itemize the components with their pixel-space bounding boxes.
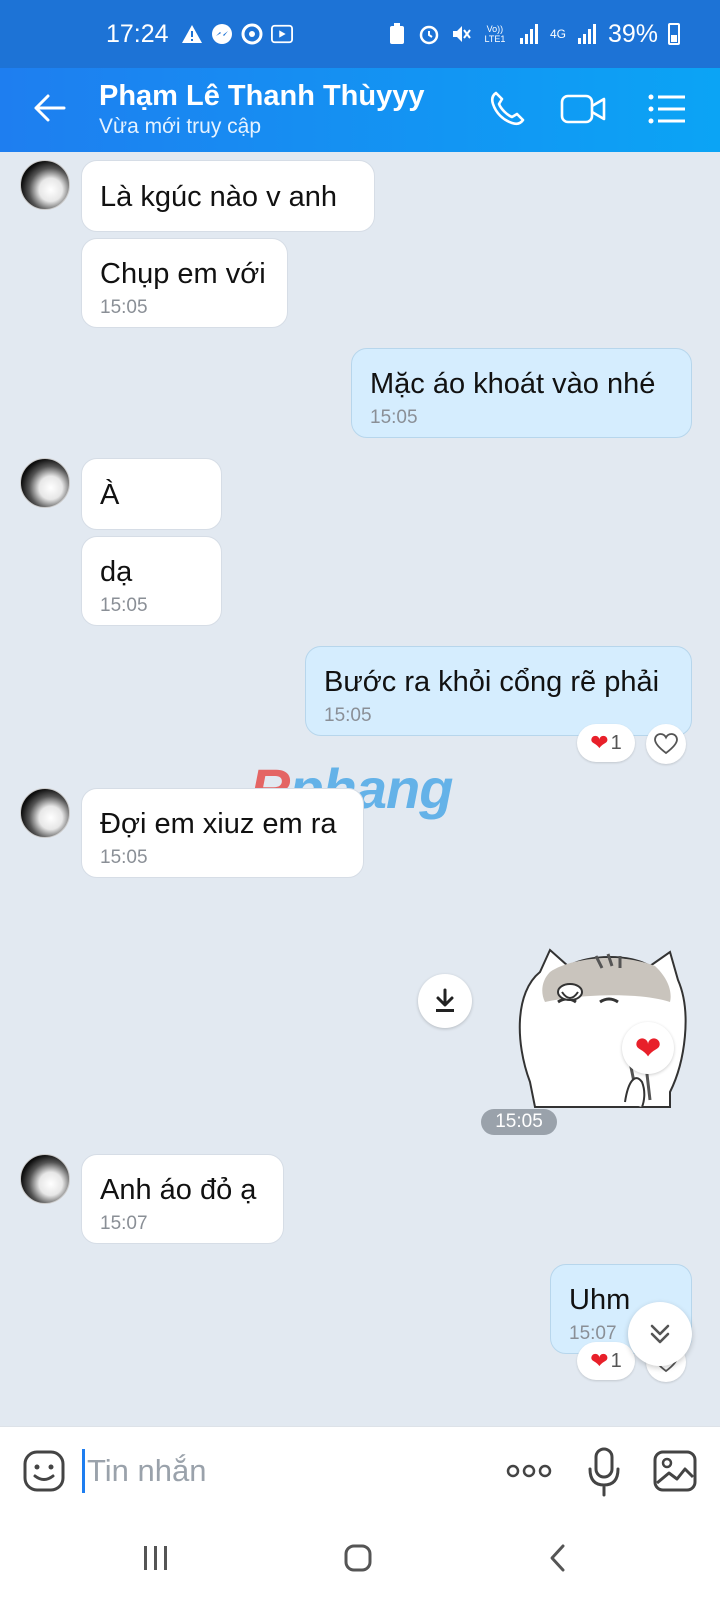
message-time: 15:07 (100, 1213, 148, 1234)
message-text: Anh áo đỏ ạ (100, 1174, 257, 1206)
scroll-down-icon[interactable] (628, 1302, 692, 1366)
warning-icon (181, 23, 203, 45)
status-time: 17:24 (106, 19, 169, 48)
avatar[interactable] (20, 1154, 70, 1204)
video-call-icon[interactable] (560, 86, 606, 132)
home-icon[interactable] (338, 1538, 378, 1578)
phone-icon[interactable] (484, 86, 530, 132)
sticker-time: 15:05 (481, 1109, 557, 1135)
back-arrow-icon[interactable] (30, 88, 70, 128)
chat-header: Phạm Lê Thanh Thùyyy Vừa mới truy cập (0, 68, 720, 152)
recent-apps-icon[interactable] (136, 1538, 176, 1578)
message-time: 15:05 (100, 297, 148, 318)
message-bubble[interactable]: dạ 15:05 (81, 536, 222, 626)
cat-sticker[interactable] (510, 932, 690, 1112)
reaction-count[interactable]: ❤ 1 (577, 1342, 635, 1380)
message-bubble[interactable]: Anh áo đỏ ạ 15:07 (81, 1154, 284, 1244)
heart-icon: ❤ (590, 1348, 609, 1373)
message-text: À (100, 479, 120, 511)
heart-icon: ❤ (590, 730, 609, 755)
message-input[interactable]: Tin nhắn (82, 1449, 462, 1493)
video-icon (270, 23, 293, 45)
message-time: 15:05 (370, 407, 418, 428)
message-text: Bước ra khỏi cổng rẽ phải (324, 666, 660, 698)
network-label: 4G (549, 27, 566, 41)
message-text: Mặc áo khoát vào nhé (370, 368, 656, 400)
message-bubble[interactable]: À (81, 458, 222, 530)
chat-area[interactable]: Là kgúc nào v anh Chụp em với 15:05 Mặc … (0, 152, 720, 1426)
microphone-icon[interactable] (584, 1445, 624, 1499)
volte-label: Vo)) LTE1 (484, 24, 506, 44)
message-time: 15:05 (100, 847, 148, 868)
battery-percent: 39% (607, 19, 658, 48)
contact-status: Vừa mới truy cập (99, 115, 262, 138)
message-input-bar: Tin nhắn (0, 1426, 720, 1516)
message-text: Là kgúc nào v anh (100, 181, 338, 213)
avatar[interactable] (20, 788, 70, 838)
contact-name[interactable]: Phạm Lê Thanh Thùyyy (99, 80, 425, 113)
mute-icon (450, 23, 472, 45)
message-text: dạ (100, 556, 133, 588)
message-bubble[interactable]: Chụp em với 15:05 (81, 238, 288, 328)
download-icon[interactable] (418, 974, 472, 1028)
signal-icon (518, 23, 540, 45)
emoji-icon[interactable] (22, 1449, 66, 1493)
recycle-icon (386, 23, 408, 45)
message-bubble-sent[interactable]: Mặc áo khoát vào nhé 15:05 (351, 348, 692, 438)
more-options-icon[interactable] (505, 1457, 553, 1485)
messenger-icon (211, 23, 233, 45)
battery-icon (668, 23, 680, 45)
reaction-number: 1 (610, 731, 622, 754)
heart-reaction-icon[interactable]: ❤ (622, 1022, 674, 1074)
like-heart-icon[interactable] (646, 724, 686, 764)
message-text: Chụp em với (100, 258, 266, 290)
message-bubble[interactable]: Là kgúc nào v anh (81, 160, 375, 232)
system-nav-bar (0, 1516, 720, 1600)
avatar[interactable] (20, 160, 70, 210)
alarm-icon (418, 23, 440, 45)
reaction-count[interactable]: ❤ 1 (577, 724, 635, 762)
avatar[interactable] (20, 458, 70, 508)
image-icon[interactable] (652, 1449, 698, 1493)
status-bar: 17:24 Vo)) LTE1 4G 39% (0, 0, 720, 68)
signal-icon-2 (576, 23, 598, 45)
message-bubble[interactable]: Đợi em xiuz em ra 15:05 (81, 788, 364, 878)
reaction-number: 1 (610, 1349, 622, 1372)
app-icon (241, 23, 263, 45)
message-time: 15:05 (100, 595, 148, 616)
menu-list-icon[interactable] (644, 86, 690, 132)
message-bubble-sent[interactable]: Bước ra khỏi cổng rẽ phải 15:05 (305, 646, 692, 736)
message-text: Đợi em xiuz em ra (100, 808, 337, 840)
nav-back-icon[interactable] (538, 1538, 578, 1578)
